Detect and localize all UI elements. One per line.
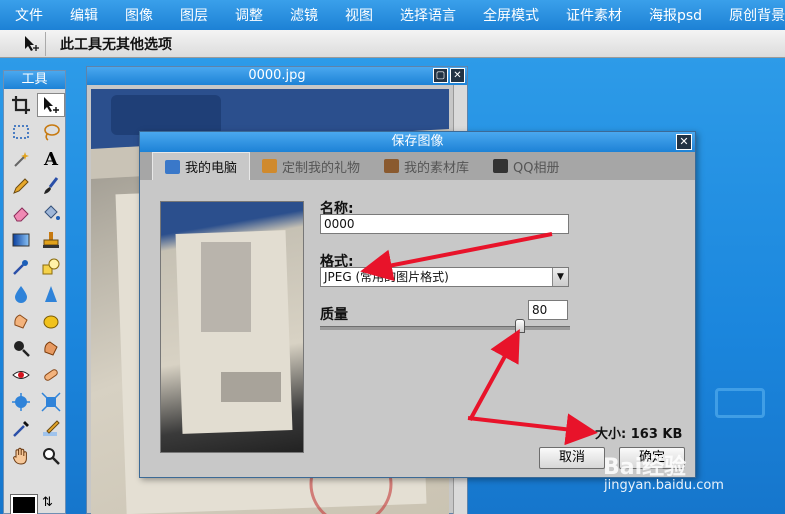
- dialog-tab[interactable]: QQ相册: [481, 152, 571, 180]
- zoom-tool-icon[interactable]: [37, 444, 65, 468]
- library-icon: [384, 159, 400, 173]
- menu-item[interactable]: 图像: [110, 0, 165, 32]
- preview-blur-region: [201, 242, 251, 332]
- document-title-bar: 0000.jpg ▢ ✕: [87, 67, 467, 85]
- option-bar: 此工具无其他选项: [0, 30, 785, 58]
- format-select[interactable]: JPEG (常用的图片格式) ▼: [320, 267, 569, 287]
- menu-item[interactable]: 视图: [330, 0, 385, 32]
- magic-wand-icon[interactable]: [7, 147, 35, 171]
- brush-icon[interactable]: [37, 174, 65, 198]
- pinch-tool-icon[interactable]: [37, 390, 65, 414]
- color-picker-icon[interactable]: [7, 417, 35, 441]
- bloat-tool-icon[interactable]: [7, 390, 35, 414]
- menu-item[interactable]: 文件: [0, 0, 55, 32]
- menu-item[interactable]: 原创背景: [714, 0, 785, 32]
- option-bar-text: 此工具无其他选项: [60, 36, 172, 53]
- workspace-decoration: [715, 388, 765, 418]
- quality-slider-track[interactable]: [320, 326, 570, 330]
- draw-tool-icon[interactable]: [37, 417, 65, 441]
- toolbox-title: 工具: [4, 71, 65, 89]
- sponge-tool-icon[interactable]: [37, 309, 65, 333]
- red-eye-tool-icon[interactable]: [7, 363, 35, 387]
- menu-item[interactable]: 证件素材: [551, 0, 634, 32]
- document-title: 0000.jpg: [248, 68, 306, 83]
- computer-icon: [165, 159, 180, 174]
- save-image-dialog: 保存图像 ✕ 我的电脑 定制我的礼物 我的素材库 QQ相册 名称: 0000 格式: …: [139, 131, 696, 478]
- watermark-url: jingyan.baidu.com: [604, 478, 724, 493]
- dialog-tab[interactable]: 我的素材库: [372, 152, 481, 180]
- dialog-tab-label: 我的电脑: [185, 161, 238, 176]
- dialog-body: 名称: 0000 格式: JPEG (常用的图片格式) ▼ 质量 80 大小: …: [140, 180, 695, 477]
- marquee-tool-icon[interactable]: [7, 120, 35, 144]
- dialog-tab[interactable]: 我的电脑: [152, 152, 251, 180]
- file-name-input[interactable]: 0000: [320, 214, 569, 234]
- menu-item[interactable]: 编辑: [55, 0, 110, 32]
- quality-input[interactable]: 80: [528, 300, 568, 320]
- menu-item[interactable]: 全屏模式: [468, 0, 551, 32]
- maximize-icon[interactable]: ▢: [433, 68, 448, 83]
- swap-colors-icon[interactable]: ⇅: [42, 495, 53, 510]
- foreground-color-swatch[interactable]: [10, 494, 38, 514]
- dodge-tool-icon[interactable]: [7, 336, 35, 360]
- color-replace-icon[interactable]: [7, 255, 35, 279]
- qq-icon: [493, 159, 509, 173]
- shape-tool-icon[interactable]: [37, 255, 65, 279]
- menu-bar: 文件编辑图像图层调整滤镜视图选择语言全屏模式证件素材海报psd原创背景元素: [0, 0, 785, 32]
- paint-bucket-icon[interactable]: [37, 201, 65, 225]
- move-tool-icon[interactable]: [37, 93, 65, 117]
- menu-item[interactable]: 调整: [220, 0, 275, 32]
- dialog-tab-label: QQ相册: [513, 160, 560, 176]
- crop-tool-icon[interactable]: [7, 93, 35, 117]
- dialog-title: 保存图像: [391, 134, 444, 149]
- pencil-icon[interactable]: [7, 174, 35, 198]
- lasso-tool-icon[interactable]: [37, 120, 65, 144]
- format-select-value: JPEG (常用的图片格式): [324, 270, 449, 284]
- menu-item[interactable]: 图层: [165, 0, 220, 32]
- close-icon[interactable]: ✕: [450, 68, 465, 83]
- cancel-button[interactable]: 取消: [539, 447, 605, 469]
- gift-icon: [262, 159, 278, 173]
- smudge-tool-icon[interactable]: [7, 309, 35, 333]
- hand-tool-icon[interactable]: [7, 444, 35, 468]
- menu-item[interactable]: 滤镜: [275, 0, 330, 32]
- dialog-title-bar: 保存图像 ✕: [140, 132, 695, 152]
- menu-item[interactable]: 海报psd: [634, 0, 714, 32]
- move-tool-icon[interactable]: [18, 31, 46, 56]
- menu-item[interactable]: 选择语言: [385, 0, 468, 32]
- blur-tool-icon[interactable]: [7, 282, 35, 306]
- dialog-tab-label: 我的素材库: [404, 160, 470, 176]
- chevron-down-icon[interactable]: ▼: [552, 268, 568, 286]
- file-size-text: 大小: 163 KB: [595, 427, 683, 442]
- dialog-tab[interactable]: 定制我的礼物: [250, 152, 372, 180]
- watermark-brand: Bai经验: [603, 455, 687, 480]
- dialog-close-icon[interactable]: ✕: [676, 134, 692, 150]
- burn-tool-icon[interactable]: [37, 336, 65, 360]
- preview-blur-region: [221, 372, 281, 402]
- text-tool-icon[interactable]: A: [37, 147, 65, 171]
- toolbox-panel: 工具 A ⇅: [3, 70, 66, 514]
- sharpen-tool-icon[interactable]: [37, 282, 65, 306]
- stamp-tool-icon[interactable]: [37, 228, 65, 252]
- save-preview-thumbnail: [160, 201, 304, 453]
- gradient-tool-icon[interactable]: [7, 228, 35, 252]
- spot-heal-tool-icon[interactable]: [37, 363, 65, 387]
- dialog-tab-label: 定制我的礼物: [282, 160, 361, 176]
- quality-label: 质量: [320, 307, 348, 323]
- quality-slider-thumb[interactable]: [515, 319, 525, 333]
- eraser-icon[interactable]: [7, 201, 35, 225]
